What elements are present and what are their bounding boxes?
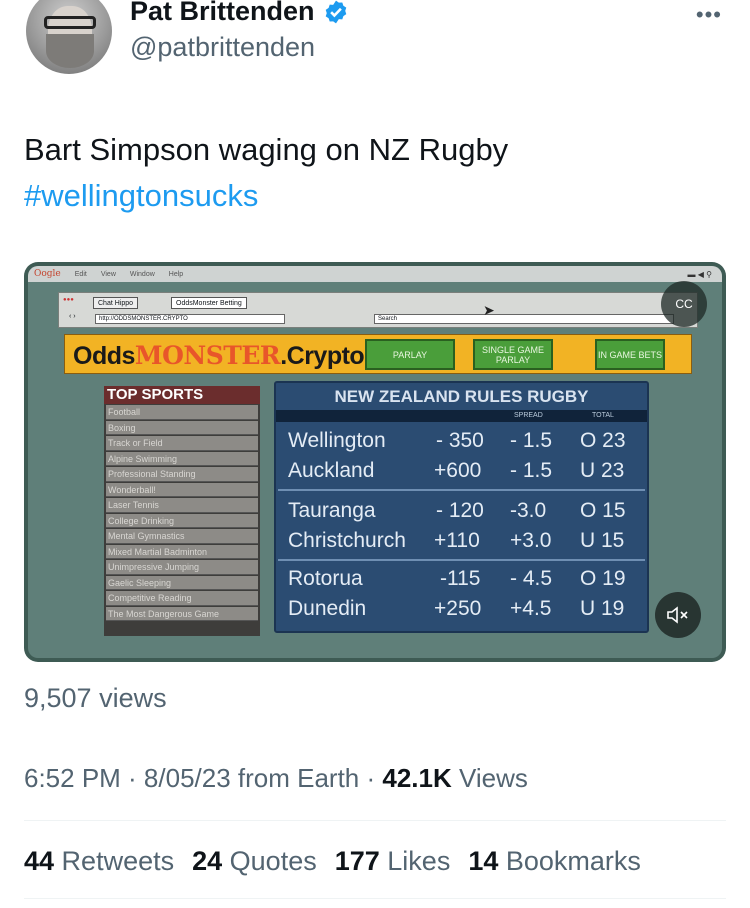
author-handle[interactable]: @patbrittenden (130, 32, 315, 63)
engagement-stats: 44 Retweets 24 Quotes 177 Likes 14 Bookm… (24, 846, 641, 877)
author-name-row[interactable]: Pat Brittenden (130, 0, 349, 27)
video-player[interactable]: Oogle Edit View Window Help ▬ ◀ ⚲ ●●● Ch… (24, 262, 726, 662)
likes-link[interactable]: 177 Likes (335, 846, 451, 877)
video-url: http://ODDSMONSTER.CRYPTO (95, 314, 285, 324)
tab-chat-hippo: Chat Hippo (93, 297, 139, 309)
board-title: NEW ZEALAND RULES RUGBY (334, 387, 589, 406)
views-label: Views (451, 763, 528, 793)
author-name[interactable]: Pat Brittenden (130, 0, 315, 27)
divider (24, 820, 726, 821)
site-banner: OddsMONSTER.Crypto PARLAY SINGLE GAME PA… (64, 334, 692, 374)
speaker-muted-icon (667, 606, 688, 624)
parlay-button: PARLAY (365, 339, 455, 370)
list-item: Wonderball! (106, 482, 258, 497)
tweet-body: Bart Simpson waging on NZ Rugby (24, 132, 509, 167)
list-item: Competitive Reading (106, 591, 258, 606)
row-divider (278, 489, 645, 491)
divider (24, 898, 726, 899)
list-item: Football (106, 405, 258, 420)
list-item: College Drinking (106, 513, 258, 528)
top-sports-list: TOP SPORTS Football Boxing Track or Fiel… (104, 386, 260, 636)
video-menubar: Oogle Edit View Window Help ▬ ◀ ⚲ (28, 266, 722, 282)
menu-help: Help (168, 270, 184, 278)
bookmarks-link[interactable]: 14 Bookmarks (468, 846, 641, 877)
list-item: The Most Dangerous Game (106, 606, 258, 621)
row-divider (278, 559, 645, 561)
single-game-parlay-button: SINGLE GAME PARLAY (473, 339, 553, 370)
retweets-link[interactable]: 44 Retweets (24, 846, 174, 877)
menu-view: View (100, 270, 116, 278)
nav-arrows-icon: ‹ › (69, 313, 76, 320)
avatar-glasses (44, 16, 96, 29)
in-game-bets-button: IN GAME BETS (595, 339, 665, 370)
menu-window: Window (129, 270, 155, 278)
board-header: SPREAD TOTAL (276, 410, 647, 422)
captions-button[interactable]: CC (661, 281, 707, 327)
tweet-meta: 6:52 PM · 8/05/23 from Earth · 42.1K Vie… (24, 763, 528, 794)
menu-edit: Edit (74, 270, 87, 278)
timestamp[interactable]: 6:52 PM · 8/05/23 from Earth · (24, 763, 382, 793)
list-item: Laser Tennis (106, 498, 258, 513)
video-browser-chrome: ●●● Chat Hippo OddsMonster Betting ‹ › h… (58, 292, 698, 328)
menu-logo: Oogle (34, 269, 61, 279)
top-sports-title: TOP SPORTS (104, 386, 260, 404)
mute-button[interactable] (655, 592, 701, 638)
hashtag-link[interactable]: #wellingtonsucks (24, 173, 508, 219)
view-count: 9,507 views (24, 683, 167, 713)
list-item: Alpine Swimming (106, 451, 258, 466)
window-dots-icon: ●●● (63, 297, 74, 303)
list-item: Mental Gymnastics (106, 529, 258, 544)
menubar-status-icons: ▬ ◀ ⚲ (687, 269, 712, 279)
list-item: Unimpressive Jumping (106, 560, 258, 575)
total-header: TOTAL (592, 412, 614, 419)
tweet-text: Bart Simpson waging on NZ Rugby #welling… (24, 127, 508, 219)
captions-icon: CC (675, 297, 693, 311)
views-number: 42.1K (382, 763, 452, 793)
video-search: Search (374, 314, 674, 324)
list-item: Professional Standing (106, 467, 258, 482)
more-options-icon[interactable]: ••• (696, 2, 722, 28)
video-frame: Oogle Edit View Window Help ▬ ◀ ⚲ ●●● Ch… (28, 266, 722, 658)
avatar-beard (46, 34, 94, 68)
spread-header: SPREAD (514, 412, 543, 419)
tab-oddsmonster: OddsMonster Betting (171, 297, 247, 309)
avatar[interactable] (26, 0, 112, 74)
list-item: Gaelic Sleeping (106, 575, 258, 590)
quotes-link[interactable]: 24 Quotes (192, 846, 317, 877)
mouse-cursor-icon: ➤ (483, 302, 495, 318)
odds-board: NEW ZEALAND RULES RUGBY SPREAD TOTAL Wel… (274, 381, 649, 633)
list-item: Mixed Martial Badminton (106, 544, 258, 559)
list-item: Track or Field (106, 436, 258, 451)
verified-badge-icon (325, 0, 346, 23)
list-item: Boxing (106, 420, 258, 435)
site-logo: OddsMONSTER.Crypto (73, 341, 365, 370)
